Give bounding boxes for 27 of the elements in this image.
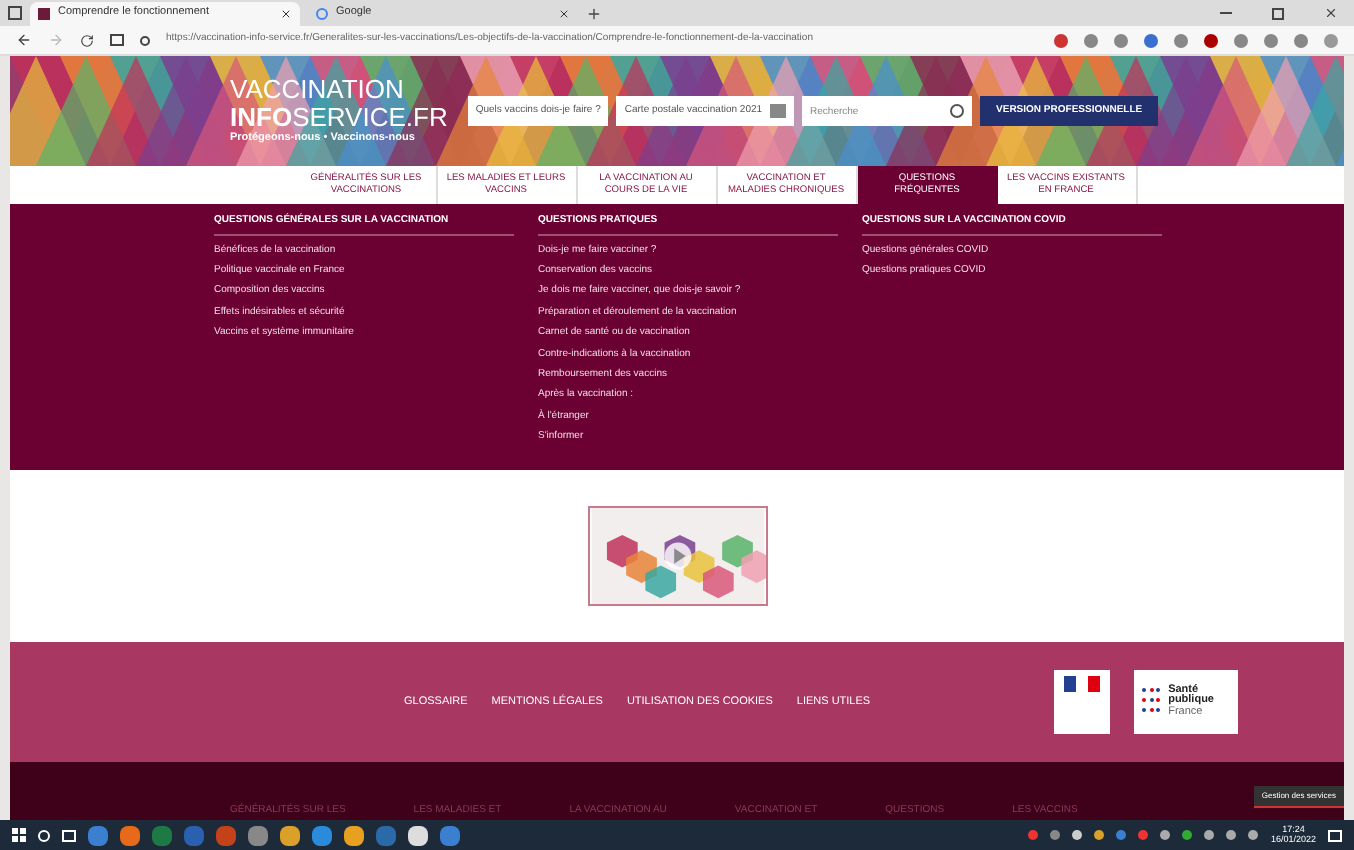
toolbar-icon[interactable] xyxy=(1234,33,1248,47)
favicon-icon xyxy=(316,7,328,19)
start-icon[interactable] xyxy=(12,828,26,842)
maximize-icon[interactable] xyxy=(1272,7,1284,19)
toolbar-icon[interactable] xyxy=(1174,33,1188,47)
close-icon[interactable] xyxy=(1324,6,1338,20)
favicon-icon xyxy=(38,7,50,19)
task-view-icon[interactable] xyxy=(62,829,76,841)
toolbar-icon[interactable] xyxy=(1264,33,1278,47)
close-icon[interactable] xyxy=(280,7,292,19)
search-icon[interactable] xyxy=(950,104,965,118)
toolbar-icon[interactable] xyxy=(1114,33,1128,47)
dots-icon xyxy=(1142,688,1163,716)
toolbar-icon[interactable] xyxy=(1084,33,1098,47)
reload-icon[interactable] xyxy=(80,33,94,47)
toolbar-icon[interactable] xyxy=(1204,33,1218,47)
calendar-icon xyxy=(770,104,787,118)
notification-icon[interactable] xyxy=(1328,829,1342,841)
close-icon[interactable] xyxy=(558,7,570,19)
toolbar-icon[interactable] xyxy=(1144,33,1158,47)
logo-title: VACCINATION xyxy=(230,76,406,102)
new-tab-icon[interactable] xyxy=(586,5,602,21)
toolbar-icon[interactable] xyxy=(1054,33,1068,47)
tab-actions-icon[interactable] xyxy=(8,6,22,20)
back-icon[interactable] xyxy=(16,32,32,48)
toolbar-icon[interactable] xyxy=(1294,33,1308,47)
republic-logo xyxy=(1054,670,1111,734)
